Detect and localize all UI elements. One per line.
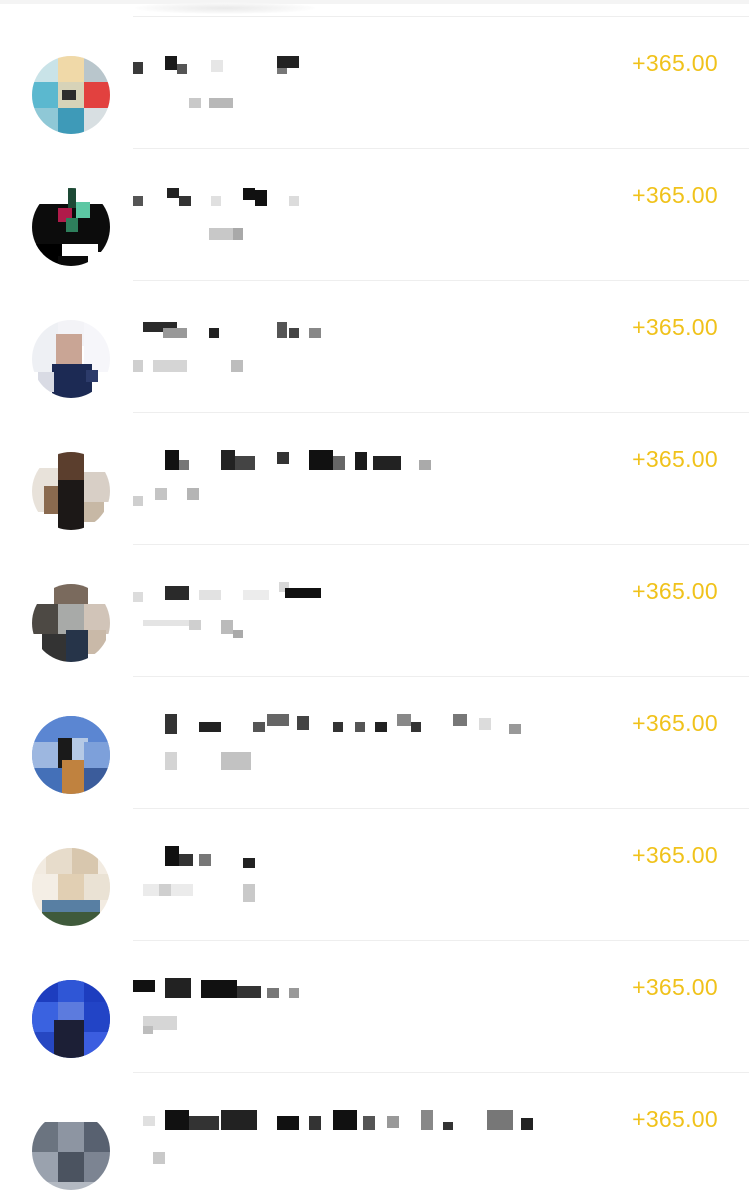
pixelated-avatar-icon	[32, 188, 110, 266]
user-avatar[interactable]	[32, 1112, 110, 1190]
transaction-row[interactable]: +365.00	[0, 676, 749, 808]
contact-name	[133, 1110, 563, 1132]
name-mosaic	[133, 188, 299, 206]
amount-label: +365.00	[632, 50, 718, 76]
amount-label: +365.00	[632, 974, 718, 1000]
name-mosaic	[133, 56, 299, 74]
transaction-row[interactable]: +365.00	[0, 940, 749, 1072]
amount-label: +365.00	[632, 842, 718, 868]
user-avatar[interactable]	[32, 980, 110, 1058]
user-avatar[interactable]	[32, 716, 110, 794]
transaction-row[interactable]: +365.00	[0, 544, 749, 676]
pixelated-avatar-icon	[32, 980, 110, 1058]
detail-mosaic	[153, 1152, 165, 1164]
detail-mosaic	[143, 884, 255, 902]
contact-name	[133, 186, 563, 208]
user-avatar[interactable]	[32, 320, 110, 398]
transaction-detail	[133, 1016, 563, 1034]
transaction-row[interactable]: +365.00	[0, 280, 749, 412]
user-avatar[interactable]	[32, 452, 110, 530]
detail-mosaic	[143, 620, 243, 638]
user-avatar[interactable]	[32, 188, 110, 266]
detail-mosaic	[133, 360, 243, 372]
transaction-row[interactable]: +365.00	[0, 1072, 749, 1200]
pixelated-avatar-icon	[32, 1112, 110, 1190]
user-avatar[interactable]	[32, 56, 110, 134]
pixelated-avatar-icon	[32, 56, 110, 134]
amount-label: +365.00	[632, 578, 718, 604]
transaction-detail	[133, 488, 563, 506]
contact-name	[133, 714, 563, 736]
detail-mosaic	[133, 488, 199, 506]
name-mosaic	[143, 322, 321, 338]
pixelated-avatar-icon	[32, 716, 110, 794]
name-mosaic	[165, 846, 255, 868]
detail-mosaic	[209, 228, 243, 240]
contact-name	[133, 978, 563, 1000]
contact-name	[133, 582, 563, 604]
contact-name	[133, 54, 563, 76]
amount-label: +365.00	[632, 446, 718, 472]
top-edge-shadow	[135, 2, 315, 14]
transaction-detail	[133, 752, 563, 770]
transaction-row[interactable]: +365.00	[0, 808, 749, 940]
user-avatar[interactable]	[32, 848, 110, 926]
amount-label: +365.00	[632, 314, 718, 340]
name-mosaic	[133, 978, 299, 998]
name-mosaic	[165, 450, 431, 470]
amount-label: +365.00	[632, 182, 718, 208]
transaction-row[interactable]: +365.00	[0, 16, 749, 148]
pixelated-avatar-icon	[32, 848, 110, 926]
name-mosaic	[133, 582, 321, 602]
transaction-detail	[133, 224, 563, 242]
transaction-detail	[133, 620, 563, 638]
detail-mosaic	[165, 752, 251, 770]
transaction-detail	[133, 356, 563, 374]
pixelated-avatar-icon	[32, 452, 110, 530]
transaction-detail	[133, 92, 563, 110]
name-mosaic	[143, 1110, 533, 1130]
amount-label: +365.00	[632, 710, 718, 736]
detail-mosaic	[143, 1016, 177, 1034]
transaction-list: +365.00 +365.00 +365.00 +365.00 +365.00 …	[0, 16, 749, 1200]
user-avatar[interactable]	[32, 584, 110, 662]
transaction-row[interactable]: +365.00	[0, 412, 749, 544]
detail-mosaic	[189, 98, 233, 108]
top-edge	[0, 0, 749, 4]
transaction-detail	[133, 1148, 563, 1166]
name-mosaic	[165, 714, 521, 734]
contact-name	[133, 846, 563, 868]
transaction-list-screen: +365.00 +365.00 +365.00 +365.00 +365.00 …	[0, 0, 749, 1200]
pixelated-avatar-icon	[32, 320, 110, 398]
amount-label: +365.00	[632, 1106, 718, 1132]
transaction-row[interactable]: +365.00	[0, 148, 749, 280]
contact-name	[133, 450, 563, 472]
pixelated-avatar-icon	[32, 584, 110, 662]
transaction-detail	[133, 884, 563, 902]
contact-name	[133, 318, 563, 340]
